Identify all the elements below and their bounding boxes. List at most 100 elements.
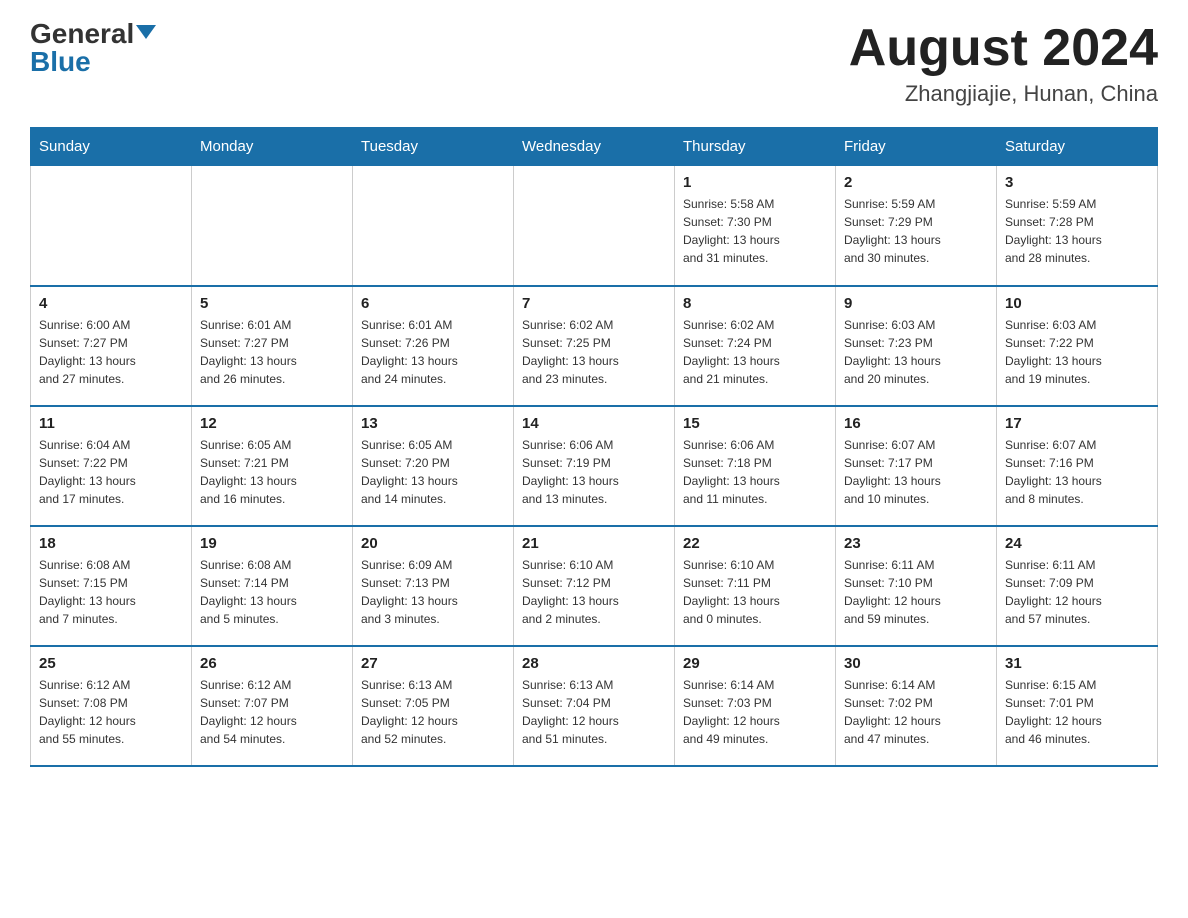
calendar-cell: 17Sunrise: 6:07 AM Sunset: 7:16 PM Dayli… bbox=[997, 406, 1158, 526]
day-number: 7 bbox=[522, 295, 666, 312]
day-info: Sunrise: 6:11 AM Sunset: 7:10 PM Dayligh… bbox=[844, 556, 988, 628]
calendar-cell: 12 Sunrise: 6:05 AM Sunset: 7:21 PM Dayli… bbox=[192, 406, 353, 526]
calendar-cell: 2 Sunrise: 5:59 AM Sunset: 7:29 PM Daylig… bbox=[836, 166, 997, 286]
day-info: Sunrise: 6:14 AM Sunset: 7:02 PM Dayligh… bbox=[844, 676, 988, 748]
calendar-cell: 22 Sunrise: 6:10 AM Sunset: 7:11 PM Dayli… bbox=[675, 526, 836, 646]
calendar-cell bbox=[31, 166, 192, 286]
calendar-cell: 24Sunrise: 6:11 AM Sunset: 7:09 PM Dayli… bbox=[997, 526, 1158, 646]
day-number: 5 bbox=[200, 295, 344, 312]
day-info: Sunrise: 6:06 AM Sunset: 7:18 PM Dayligh… bbox=[683, 436, 827, 508]
day-info: Sunrise: 6:11 AM Sunset: 7:09 PM Dayligh… bbox=[1005, 556, 1149, 628]
day-info: Sunrise: 6:13 AM Sunset: 7:04 PM Dayligh… bbox=[522, 676, 666, 748]
day-info: Sunrise: 6:14 AM Sunset: 7:03 PM Dayligh… bbox=[683, 676, 827, 748]
day-info: Sunrise: 5:58 AM Sunset: 7:30 PM Dayligh… bbox=[683, 195, 827, 267]
day-number: 11 bbox=[39, 415, 183, 432]
day-info: Sunrise: 6:05 AM Sunset: 7:21 PM Dayligh… bbox=[200, 436, 344, 508]
day-number: 22 bbox=[683, 535, 827, 552]
day-info: Sunrise: 6:00 AM Sunset: 7:27 PM Dayligh… bbox=[39, 316, 183, 388]
day-number: 15 bbox=[683, 415, 827, 432]
day-number: 26 bbox=[200, 655, 344, 672]
day-info: Sunrise: 6:10 AM Sunset: 7:11 PM Dayligh… bbox=[683, 556, 827, 628]
logo-triangle-icon bbox=[136, 25, 156, 39]
title-area: August 2024 Zhangjiajie, Hunan, China bbox=[849, 20, 1158, 107]
col-header-friday: Friday bbox=[836, 128, 997, 166]
day-number: 9 bbox=[844, 295, 988, 312]
day-number: 27 bbox=[361, 655, 505, 672]
day-number: 18 bbox=[39, 535, 183, 552]
day-info: Sunrise: 6:03 AM Sunset: 7:23 PM Dayligh… bbox=[844, 316, 988, 388]
day-info: Sunrise: 6:05 AM Sunset: 7:20 PM Dayligh… bbox=[361, 436, 505, 508]
day-number: 14 bbox=[522, 415, 666, 432]
day-info: Sunrise: 6:10 AM Sunset: 7:12 PM Dayligh… bbox=[522, 556, 666, 628]
calendar-cell: 20Sunrise: 6:09 AM Sunset: 7:13 PM Dayli… bbox=[353, 526, 514, 646]
calendar-cell: 31 Sunrise: 6:15 AM Sunset: 7:01 PM Dayli… bbox=[997, 646, 1158, 766]
calendar-cell: 1Sunrise: 5:58 AM Sunset: 7:30 PM Daylig… bbox=[675, 166, 836, 286]
day-number: 12 bbox=[200, 415, 344, 432]
calendar-cell: 16 Sunrise: 6:07 AM Sunset: 7:17 PM Dayli… bbox=[836, 406, 997, 526]
day-number: 8 bbox=[683, 295, 827, 312]
calendar-week-row: 1Sunrise: 5:58 AM Sunset: 7:30 PM Daylig… bbox=[31, 166, 1158, 286]
day-info: Sunrise: 6:13 AM Sunset: 7:05 PM Dayligh… bbox=[361, 676, 505, 748]
day-number: 10 bbox=[1005, 295, 1149, 312]
logo-general-text: General bbox=[30, 20, 134, 48]
day-number: 4 bbox=[39, 295, 183, 312]
calendar-cell: 14 Sunrise: 6:06 AM Sunset: 7:19 PM Dayli… bbox=[514, 406, 675, 526]
calendar-cell: 15 Sunrise: 6:06 AM Sunset: 7:18 PM Dayli… bbox=[675, 406, 836, 526]
calendar-cell: 19Sunrise: 6:08 AM Sunset: 7:14 PM Dayli… bbox=[192, 526, 353, 646]
calendar-cell: 9 Sunrise: 6:03 AM Sunset: 7:23 PM Daylig… bbox=[836, 286, 997, 406]
col-header-sunday: Sunday bbox=[31, 128, 192, 166]
calendar-cell: 29 Sunrise: 6:14 AM Sunset: 7:03 PM Dayli… bbox=[675, 646, 836, 766]
day-info: Sunrise: 6:01 AM Sunset: 7:27 PM Dayligh… bbox=[200, 316, 344, 388]
calendar-cell: 23 Sunrise: 6:11 AM Sunset: 7:10 PM Dayli… bbox=[836, 526, 997, 646]
day-info: Sunrise: 6:12 AM Sunset: 7:07 PM Dayligh… bbox=[200, 676, 344, 748]
day-info: Sunrise: 5:59 AM Sunset: 7:29 PM Dayligh… bbox=[844, 195, 988, 267]
day-info: Sunrise: 6:06 AM Sunset: 7:19 PM Dayligh… bbox=[522, 436, 666, 508]
col-header-saturday: Saturday bbox=[997, 128, 1158, 166]
day-number: 29 bbox=[683, 655, 827, 672]
col-header-monday: Monday bbox=[192, 128, 353, 166]
calendar-cell: 30 Sunrise: 6:14 AM Sunset: 7:02 PM Dayli… bbox=[836, 646, 997, 766]
calendar-cell: 26 Sunrise: 6:12 AM Sunset: 7:07 PM Dayli… bbox=[192, 646, 353, 766]
day-number: 16 bbox=[844, 415, 988, 432]
calendar-week-row: 4 Sunrise: 6:00 AM Sunset: 7:27 PM Daylig… bbox=[31, 286, 1158, 406]
day-info: Sunrise: 6:07 AM Sunset: 7:17 PM Dayligh… bbox=[844, 436, 988, 508]
day-info: Sunrise: 6:15 AM Sunset: 7:01 PM Dayligh… bbox=[1005, 676, 1149, 748]
day-info: Sunrise: 6:08 AM Sunset: 7:15 PM Dayligh… bbox=[39, 556, 183, 628]
logo-blue-text: Blue bbox=[30, 48, 91, 76]
day-info: Sunrise: 5:59 AM Sunset: 7:28 PM Dayligh… bbox=[1005, 195, 1149, 267]
day-number: 23 bbox=[844, 535, 988, 552]
day-number: 28 bbox=[522, 655, 666, 672]
day-number: 20 bbox=[361, 535, 505, 552]
calendar-cell: 11Sunrise: 6:04 AM Sunset: 7:22 PM Dayli… bbox=[31, 406, 192, 526]
day-info: Sunrise: 6:01 AM Sunset: 7:26 PM Dayligh… bbox=[361, 316, 505, 388]
location-title: Zhangjiajie, Hunan, China bbox=[849, 81, 1158, 107]
calendar-cell: 28 Sunrise: 6:13 AM Sunset: 7:04 PM Dayli… bbox=[514, 646, 675, 766]
day-number: 30 bbox=[844, 655, 988, 672]
day-number: 31 bbox=[1005, 655, 1149, 672]
calendar-cell: 21 Sunrise: 6:10 AM Sunset: 7:12 PM Dayli… bbox=[514, 526, 675, 646]
calendar-cell bbox=[192, 166, 353, 286]
calendar-cell: 8 Sunrise: 6:02 AM Sunset: 7:24 PM Daylig… bbox=[675, 286, 836, 406]
page-header: General Blue August 2024 Zhangjiajie, Hu… bbox=[30, 20, 1158, 107]
day-info: Sunrise: 6:02 AM Sunset: 7:24 PM Dayligh… bbox=[683, 316, 827, 388]
day-number: 21 bbox=[522, 535, 666, 552]
day-number: 2 bbox=[844, 174, 988, 191]
day-info: Sunrise: 6:12 AM Sunset: 7:08 PM Dayligh… bbox=[39, 676, 183, 748]
col-header-wednesday: Wednesday bbox=[514, 128, 675, 166]
calendar-cell: 3 Sunrise: 5:59 AM Sunset: 7:28 PM Daylig… bbox=[997, 166, 1158, 286]
calendar-week-row: 11Sunrise: 6:04 AM Sunset: 7:22 PM Dayli… bbox=[31, 406, 1158, 526]
month-title: August 2024 bbox=[849, 20, 1158, 77]
calendar-header-row: SundayMondayTuesdayWednesdayThursdayFrid… bbox=[31, 128, 1158, 166]
day-info: Sunrise: 6:08 AM Sunset: 7:14 PM Dayligh… bbox=[200, 556, 344, 628]
calendar-cell: 4 Sunrise: 6:00 AM Sunset: 7:27 PM Daylig… bbox=[31, 286, 192, 406]
col-header-thursday: Thursday bbox=[675, 128, 836, 166]
calendar-cell bbox=[514, 166, 675, 286]
col-header-tuesday: Tuesday bbox=[353, 128, 514, 166]
calendar-cell: 27 Sunrise: 6:13 AM Sunset: 7:05 PM Dayli… bbox=[353, 646, 514, 766]
calendar-cell: 13Sunrise: 6:05 AM Sunset: 7:20 PM Dayli… bbox=[353, 406, 514, 526]
calendar-cell: 10Sunrise: 6:03 AM Sunset: 7:22 PM Dayli… bbox=[997, 286, 1158, 406]
calendar-table: SundayMondayTuesdayWednesdayThursdayFrid… bbox=[30, 127, 1158, 767]
logo: General Blue bbox=[30, 20, 156, 76]
calendar-week-row: 25Sunrise: 6:12 AM Sunset: 7:08 PM Dayli… bbox=[31, 646, 1158, 766]
day-number: 3 bbox=[1005, 174, 1149, 191]
